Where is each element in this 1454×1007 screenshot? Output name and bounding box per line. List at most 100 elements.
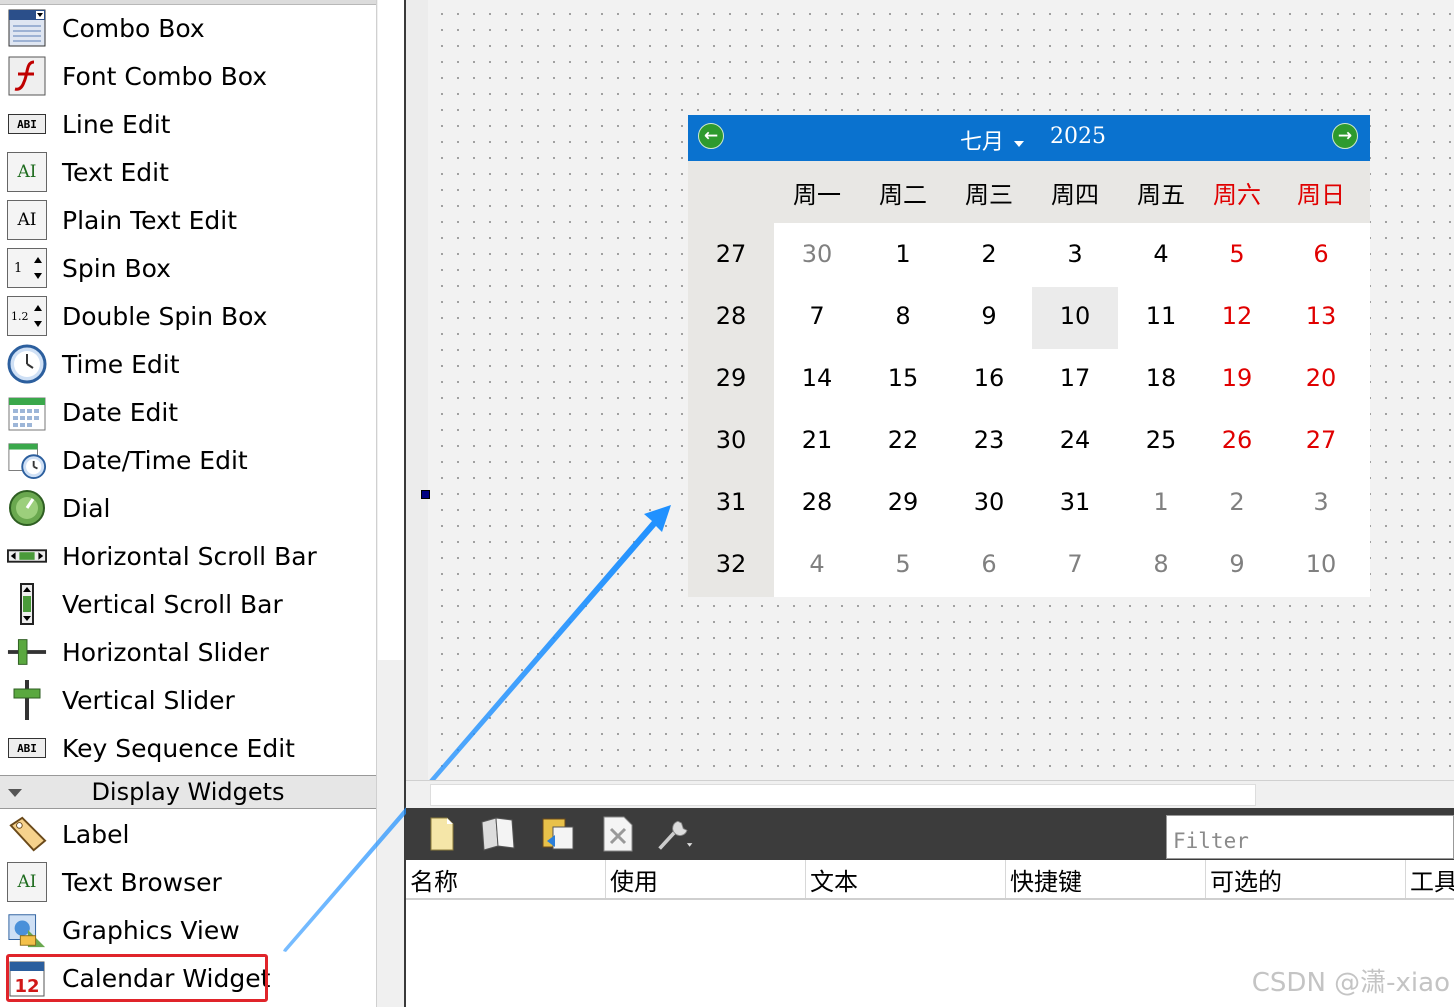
- widget-label: Spin Box: [62, 253, 171, 283]
- calendar-day[interactable]: 6: [946, 533, 1032, 595]
- calendar-day[interactable]: 4: [774, 533, 860, 595]
- column-header-name[interactable]: 名称: [406, 860, 606, 898]
- widget-label: Vertical Slider: [62, 685, 235, 715]
- widget-spin-box[interactable]: 1 Spin Box: [0, 244, 376, 292]
- calendar-day[interactable]: 6: [1278, 223, 1364, 285]
- calendar-day[interactable]: 3: [1278, 471, 1364, 533]
- key-sequence-edit-icon: ABI: [7, 728, 47, 768]
- widget-horizontal-scroll-bar[interactable]: Horizontal Scroll Bar: [0, 532, 376, 580]
- widget-line-edit[interactable]: ABI Line Edit: [0, 100, 376, 148]
- widget-text-edit[interactable]: AI Text Edit: [0, 148, 376, 196]
- graphics-view-icon: [7, 910, 47, 950]
- year-selector[interactable]: 2025: [1050, 124, 1106, 149]
- calendar-day[interactable]: 5: [860, 533, 946, 595]
- calendar-day[interactable]: 10: [1278, 533, 1364, 595]
- calendar-day[interactable]: 8: [860, 285, 946, 347]
- calendar-day[interactable]: 5: [1194, 223, 1280, 285]
- calendar-day[interactable]: 20: [1278, 347, 1364, 409]
- widget-label: Dial: [62, 493, 111, 523]
- widget-label-item[interactable]: Label: [0, 810, 376, 858]
- calendar-day[interactable]: 30: [946, 471, 1032, 533]
- calendar-day[interactable]: 2: [946, 223, 1032, 285]
- widget-double-spin-box[interactable]: 1.2 Double Spin Box: [0, 292, 376, 340]
- calendar-day[interactable]: 4: [1118, 223, 1204, 285]
- calendar-day[interactable]: 1: [1118, 471, 1204, 533]
- configure-wrench-icon[interactable]: [656, 814, 696, 854]
- calendar-day[interactable]: 1: [860, 223, 946, 285]
- column-header-text[interactable]: 文本: [806, 860, 1006, 898]
- calendar-day[interactable]: 8: [1118, 533, 1204, 595]
- display-widgets-category[interactable]: Display Widgets: [0, 775, 376, 809]
- highlight-annotation-box: [6, 954, 268, 1002]
- calendar-day[interactable]: 10: [1032, 285, 1118, 347]
- calendar-day[interactable]: 24: [1032, 409, 1118, 471]
- calendar-day[interactable]: 26: [1194, 409, 1280, 471]
- delete-action-icon[interactable]: [598, 814, 638, 854]
- month-selector[interactable]: 七月: [960, 124, 1004, 156]
- selection-handle[interactable]: [421, 490, 430, 499]
- calendar-day[interactable]: 21: [774, 409, 860, 471]
- copy-action-icon[interactable]: [478, 814, 518, 854]
- clock-icon: [7, 344, 47, 384]
- widget-vertical-slider[interactable]: Vertical Slider: [0, 676, 376, 724]
- calendar-day[interactable]: 17: [1032, 347, 1118, 409]
- widget-vertical-scroll-bar[interactable]: Vertical Scroll Bar: [0, 580, 376, 628]
- prev-month-arrow-icon[interactable]: ←: [698, 123, 724, 149]
- calendar-day[interactable]: 27: [1278, 409, 1364, 471]
- calendar-day[interactable]: 9: [1194, 533, 1280, 595]
- scrollbar-thumb[interactable]: [378, 0, 404, 660]
- widget-font-combo-box[interactable]: Font Combo Box: [0, 52, 376, 100]
- column-header-tooltip[interactable]: 工具: [1406, 860, 1454, 898]
- calendar-day[interactable]: 29: [860, 471, 946, 533]
- calendar-day[interactable]: 19: [1194, 347, 1280, 409]
- calendar-day[interactable]: 12: [1194, 285, 1280, 347]
- calendar-day[interactable]: 31: [1032, 471, 1118, 533]
- widget-date-edit[interactable]: Date Edit: [0, 388, 376, 436]
- widget-date-time-edit[interactable]: Date/Time Edit: [0, 436, 376, 484]
- calendar-day[interactable]: 18: [1118, 347, 1204, 409]
- widget-label: Vertical Scroll Bar: [62, 589, 283, 619]
- widget-plain-text-edit[interactable]: AI Plain Text Edit: [0, 196, 376, 244]
- widget-key-sequence-edit[interactable]: ABI Key Sequence Edit: [0, 724, 376, 772]
- widget-horizontal-slider[interactable]: Horizontal Slider: [0, 628, 376, 676]
- calendar-day[interactable]: 22: [860, 409, 946, 471]
- paste-action-icon[interactable]: [538, 814, 578, 854]
- calendar-day[interactable]: 7: [1032, 533, 1118, 595]
- widget-label: Line Edit: [62, 109, 171, 139]
- calendar-day[interactable]: 3: [1032, 223, 1118, 285]
- calendar-widget[interactable]: ← 七月 2025 → 周一 周二 周三 周四 周五 周六 周日 27 30 1 2 3 4 5 6 28 7 8…: [688, 115, 1370, 597]
- widget-label: Date Edit: [62, 397, 179, 427]
- widget-time-edit[interactable]: Time Edit: [0, 340, 376, 388]
- calendar-day[interactable]: 2: [1194, 471, 1280, 533]
- calendar-day[interactable]: 7: [774, 285, 860, 347]
- column-header-shortcut[interactable]: 快捷键: [1006, 860, 1206, 898]
- canvas-horizontal-scrollbar[interactable]: [406, 780, 1454, 808]
- calendar-day[interactable]: 23: [946, 409, 1032, 471]
- calendar-day[interactable]: 16: [946, 347, 1032, 409]
- widget-dial[interactable]: Dial: [0, 484, 376, 532]
- widget-graphics-view[interactable]: Graphics View: [0, 906, 376, 954]
- weekday-label: 周五: [1137, 180, 1185, 209]
- widget-box-scrollbar[interactable]: [376, 0, 404, 1007]
- widget-label: Text Edit: [62, 157, 169, 187]
- calendar-day[interactable]: 14: [774, 347, 860, 409]
- new-action-icon[interactable]: [422, 814, 462, 854]
- month-dropdown-arrow-icon[interactable]: [1014, 141, 1024, 147]
- calendar-day[interactable]: 28: [774, 471, 860, 533]
- column-header-used[interactable]: 使用: [606, 860, 806, 898]
- widget-text-browser[interactable]: AI Text Browser: [0, 858, 376, 906]
- horizontal-scroll-bar-icon: [7, 536, 47, 576]
- text-edit-icon: AI: [7, 152, 47, 192]
- calendar-day[interactable]: 25: [1118, 409, 1204, 471]
- calendar-day[interactable]: 15: [860, 347, 946, 409]
- calendar-day[interactable]: 13: [1278, 285, 1364, 347]
- widget-combo-box[interactable]: Combo Box: [0, 4, 376, 52]
- action-filter-input[interactable]: [1166, 815, 1454, 859]
- scrollbar-thumb[interactable]: [430, 784, 1256, 806]
- next-month-arrow-icon[interactable]: →: [1332, 123, 1358, 149]
- calendar-day[interactable]: 30: [774, 223, 860, 285]
- horizontal-slider-icon: [7, 632, 47, 672]
- calendar-day[interactable]: 9: [946, 285, 1032, 347]
- calendar-day[interactable]: 11: [1118, 285, 1204, 347]
- column-header-checkable[interactable]: 可选的: [1206, 860, 1406, 898]
